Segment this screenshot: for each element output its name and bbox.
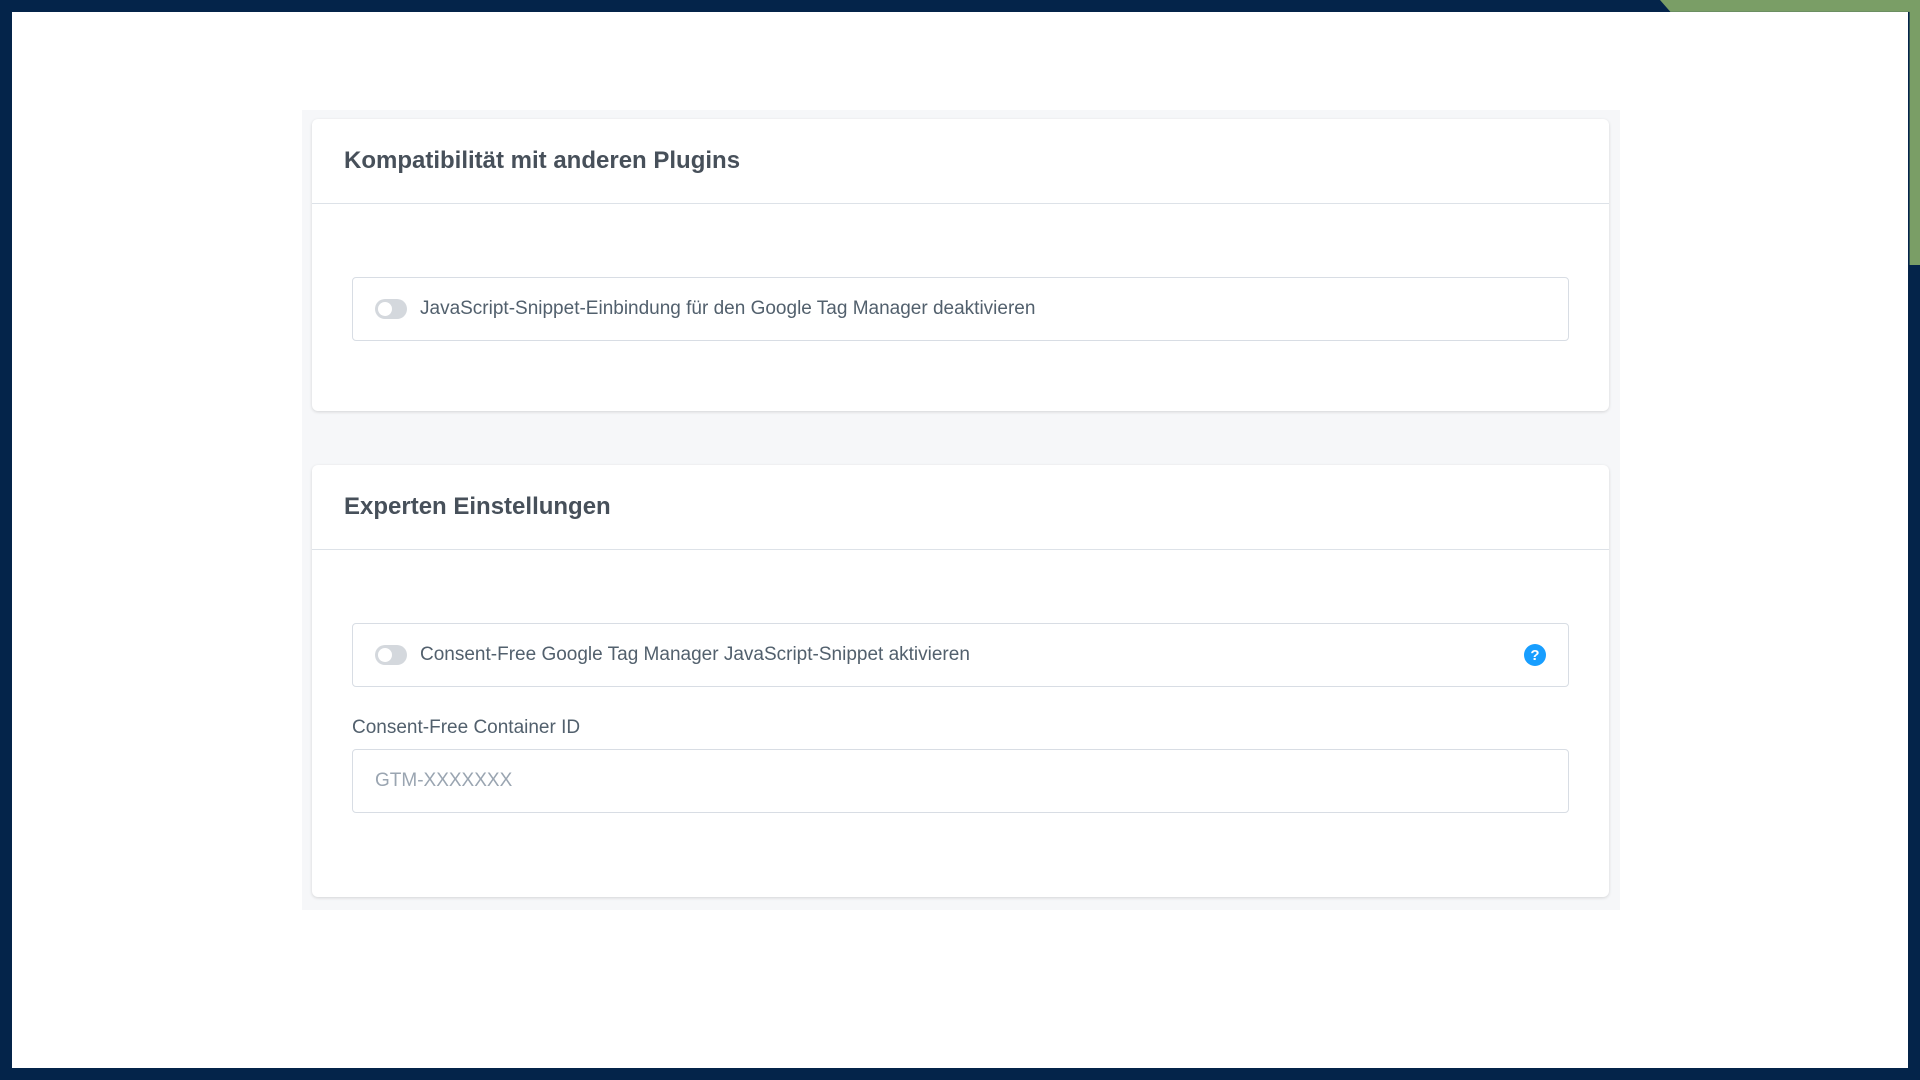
disable-gtm-snippet-label: JavaScript-Snippet-Einbindung für den Go… <box>420 298 1036 319</box>
toggle-knob <box>378 648 392 662</box>
consent-free-snippet-label: Consent-Free Google Tag Manager JavaScri… <box>420 644 970 665</box>
frame-left-border <box>0 0 12 1080</box>
compatibility-card-title: Kompatibilität mit anderen Plugins <box>344 147 741 174</box>
compatibility-card: Kompatibilität mit anderen Plugins JavaS… <box>312 119 1609 411</box>
expert-settings-card: Experten Einstellungen Consent-Free Goog… <box>312 465 1609 897</box>
disable-gtm-snippet-toggle[interactable] <box>375 299 407 319</box>
consent-free-snippet-setting: Consent-Free Google Tag Manager JavaScri… <box>352 623 1569 687</box>
frame-bottom-border <box>0 1068 1920 1080</box>
container-id-input[interactable] <box>352 749 1569 813</box>
toggle-knob <box>378 302 392 316</box>
consent-free-snippet-toggle[interactable] <box>375 645 407 665</box>
corner-accent <box>1660 0 1920 265</box>
expert-settings-card-body: Consent-Free Google Tag Manager JavaScri… <box>312 550 1609 897</box>
expert-settings-card-header: Experten Einstellungen <box>312 465 1609 550</box>
compatibility-card-header: Kompatibilität mit anderen Plugins <box>312 119 1609 204</box>
compatibility-card-body: JavaScript-Snippet-Einbindung für den Go… <box>312 204 1609 411</box>
container-id-label: Consent-Free Container ID <box>352 717 581 738</box>
settings-area: Kompatibilität mit anderen Plugins JavaS… <box>302 110 1620 910</box>
expert-settings-card-title: Experten Einstellungen <box>344 493 611 520</box>
question-circle-icon[interactable]: ? <box>1524 644 1546 666</box>
disable-gtm-snippet-setting: JavaScript-Snippet-Einbindung für den Go… <box>352 277 1569 341</box>
frame-top-border <box>0 0 1920 12</box>
